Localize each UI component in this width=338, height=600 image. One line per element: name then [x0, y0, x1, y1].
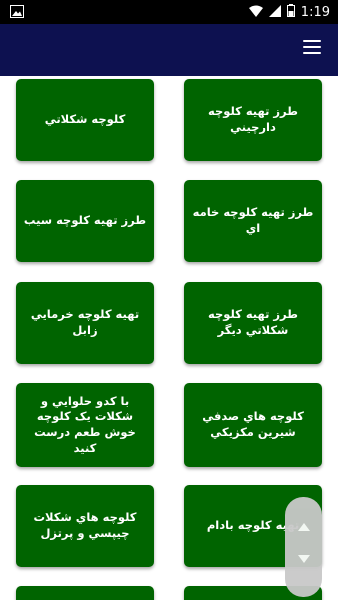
- recipe-card-partial[interactable]: [16, 586, 154, 600]
- signal-icon: [268, 4, 281, 21]
- gallery-notification-icon: [10, 5, 24, 22]
- recipe-card[interactable]: كلوچه شكلاتي: [16, 79, 154, 161]
- wifi-icon: [248, 5, 263, 21]
- menu-icon[interactable]: [303, 40, 321, 56]
- scroll-up-icon: [298, 523, 310, 531]
- recipe-card[interactable]: با كدو حلوايي و شكلات يک كلوچه خوش طعم د…: [16, 383, 154, 467]
- recipe-card[interactable]: طرز تهيه كلوچه دارچيني: [184, 79, 322, 161]
- recipe-card[interactable]: تهيه كلوچه خرمايي زابل: [16, 282, 154, 364]
- battery-icon: [286, 4, 295, 21]
- status-bar: 1:19: [0, 0, 338, 24]
- fast-scroll-thumb[interactable]: [285, 497, 322, 597]
- recipe-card[interactable]: طرز تهيه كلوچه شكلاتي ديگر: [184, 282, 322, 364]
- recipe-card[interactable]: طرز تهيه كلوچه خامه اي: [184, 180, 322, 262]
- clock: 1:19: [300, 5, 330, 20]
- recipe-card[interactable]: كلوچه هاي صدفي شيرين مكزيكي: [184, 383, 322, 467]
- recipe-card[interactable]: كلوچه هاي شكلات چيپسي و پرتزل: [16, 485, 154, 567]
- app-bar: [0, 24, 338, 76]
- recipe-card[interactable]: طرز تهيه كلوچه سيب: [16, 180, 154, 262]
- scroll-down-icon: [298, 555, 310, 563]
